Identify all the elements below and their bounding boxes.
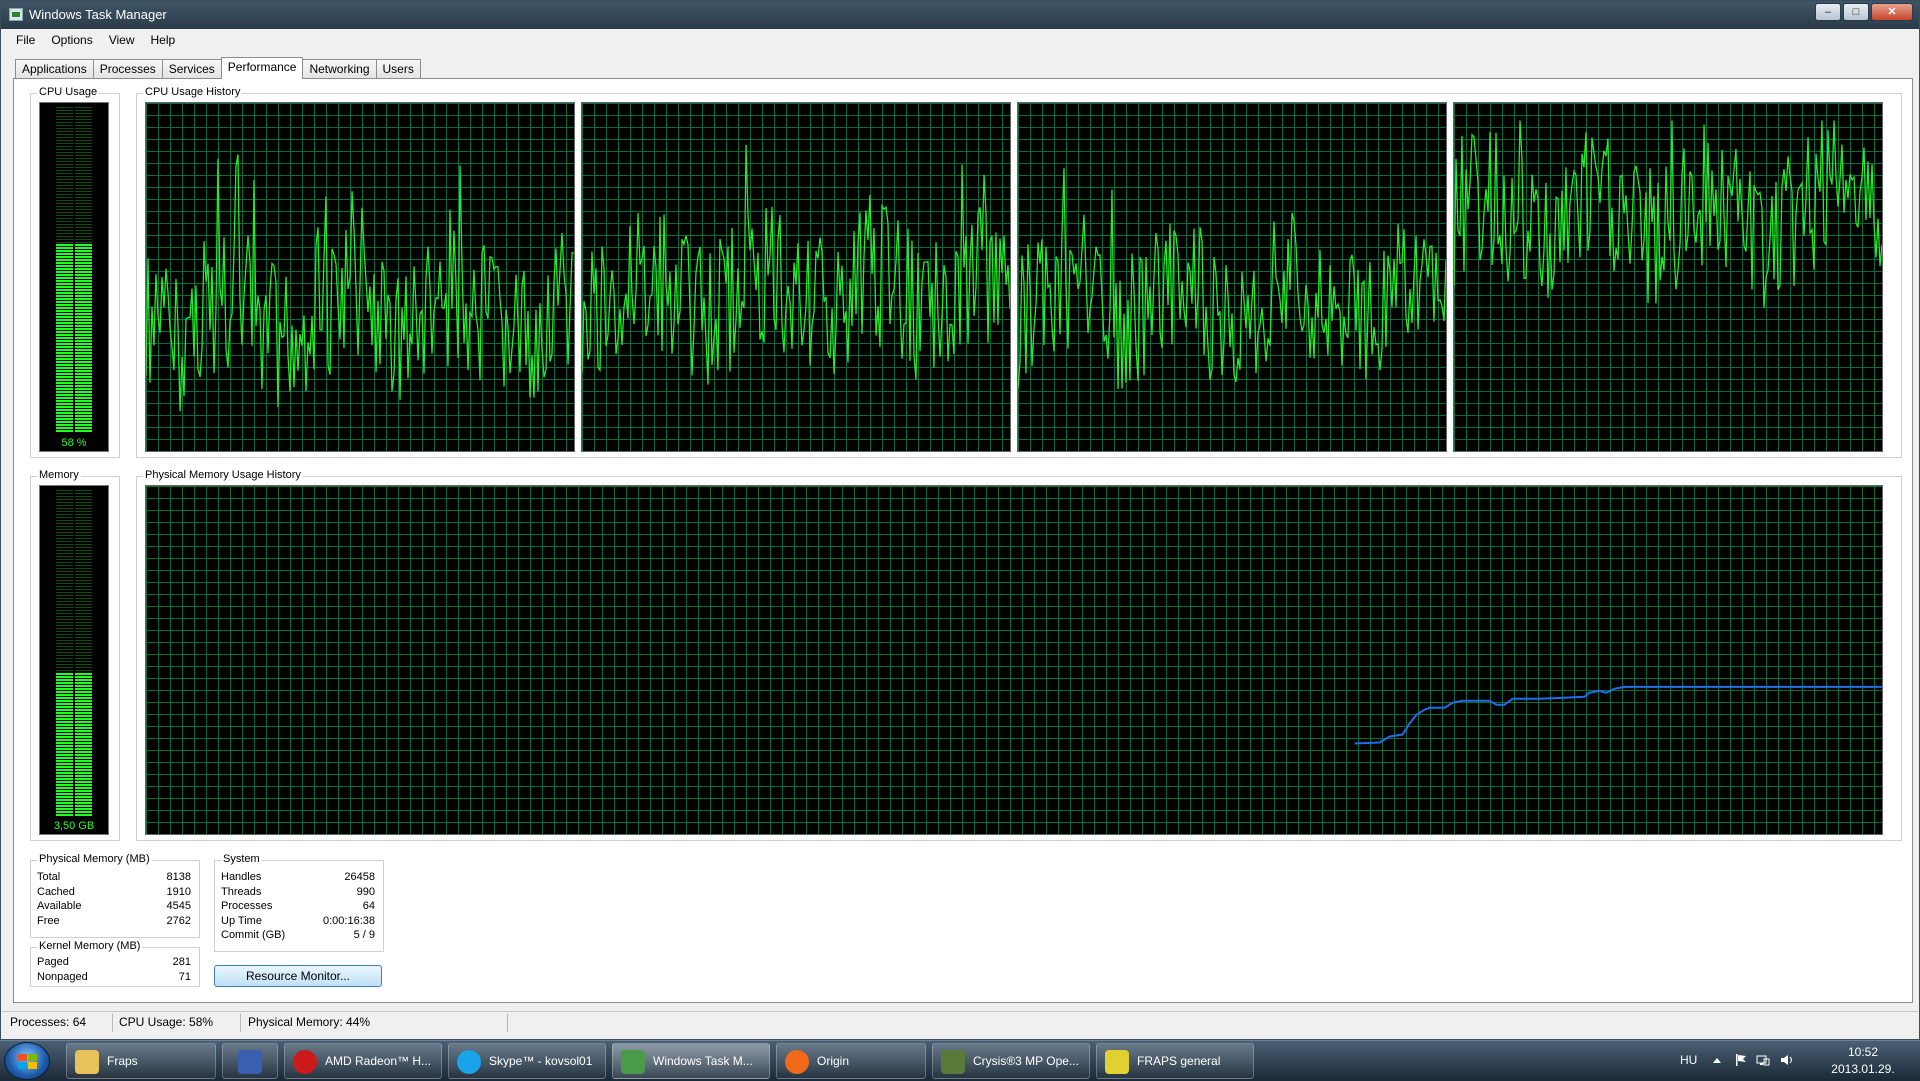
opera-icon — [293, 1050, 317, 1074]
cpu-core-3-graph — [1017, 102, 1447, 452]
cpu-usage-meter-fill — [56, 243, 92, 433]
taskbar-item-fraps-general[interactable]: FRAPS general — [1096, 1043, 1254, 1079]
task-manager-app-icon — [9, 8, 23, 21]
menu-options[interactable]: Options — [43, 33, 100, 47]
menu-help[interactable]: Help — [143, 33, 184, 47]
memory-usage-line — [1354, 685, 1882, 745]
resource-monitor-button[interactable]: Resource Monitor... — [214, 965, 382, 987]
show-hidden-icons-icon[interactable] — [1710, 1053, 1724, 1067]
taskbar-item-floppy[interactable] — [222, 1043, 278, 1079]
crysis-icon — [941, 1050, 965, 1074]
cpu-core-4-graph — [1453, 102, 1883, 452]
memory-history-graph — [145, 485, 1883, 835]
physical-memory-group: Physical Memory (MB) Total 8138 Cached 191… — [30, 853, 200, 938]
cpu-usage-meter: 58 % — [39, 102, 109, 452]
taskbar-item-origin[interactable]: Origin — [776, 1043, 926, 1079]
floppy-disk-icon — [238, 1050, 262, 1074]
clock-time: 10:52 — [1847, 1045, 1879, 1059]
menu-bar: File Options View Help — [2, 29, 1918, 51]
action-center-flag-icon[interactable] — [1734, 1053, 1748, 1067]
memory-meter-fill — [56, 672, 92, 816]
window-title: Windows Task Manager — [29, 7, 167, 22]
taskbar-item-fraps-folder[interactable]: Fraps — [66, 1043, 216, 1079]
tab-performance[interactable]: Performance — [220, 57, 304, 79]
windows-logo-icon — [18, 1054, 38, 1070]
system-label: System — [221, 853, 262, 865]
cpu-core-1-usage-line — [146, 154, 574, 412]
kernel-memory-label: Kernel Memory (MB) — [37, 940, 143, 952]
cpu-core-2-graph — [581, 102, 1011, 452]
folder-icon — [75, 1050, 99, 1074]
cpu-history-label: CPU Usage History — [143, 86, 243, 98]
tab-processes[interactable]: Processes — [92, 59, 163, 79]
title-bar[interactable]: Windows Task Manager – □ ✕ — [1, 1, 1919, 29]
system-tray: HU 10:52 2013.01.29. — [1680, 1041, 1920, 1081]
memory-meter: 3,50 GB — [39, 485, 109, 835]
task-manager-window: Windows Task Manager – □ ✕ File Options … — [0, 0, 1920, 1040]
memory-label: Memory — [37, 469, 81, 481]
system-group: System Handles 26458 Threads 990 Processes… — [214, 853, 384, 952]
memory-history-group: Physical Memory Usage History — [136, 469, 1902, 841]
memory-group: Memory 3,50 GB — [30, 469, 120, 841]
tab-strip: Applications Processes Services Performa… — [15, 57, 421, 79]
fraps-icon — [1105, 1050, 1129, 1074]
tab-services[interactable]: Services — [161, 59, 222, 79]
cpu-core-2-usage-line — [582, 144, 1010, 385]
language-indicator[interactable]: HU — [1680, 1053, 1697, 1067]
taskbar: Fraps AMD Radeon™ H... Skype™ - kovsol01… — [0, 1040, 1920, 1080]
origin-icon — [785, 1050, 809, 1074]
physical-memory-label: Physical Memory (MB) — [37, 853, 152, 865]
taskbar-item-task-manager[interactable]: Windows Task M... — [612, 1043, 770, 1079]
close-button[interactable]: ✕ — [1871, 3, 1913, 21]
skype-icon — [457, 1050, 481, 1074]
status-bar: Processes: 64 CPU Usage: 58% Physical Me… — [2, 1011, 1918, 1033]
menu-view[interactable]: View — [101, 33, 143, 47]
tab-networking[interactable]: Networking — [302, 59, 377, 79]
cpu-history-group: CPU Usage History — [136, 86, 1902, 458]
clock-date: 2013.01.29. — [1831, 1062, 1895, 1076]
taskbar-item-crysis[interactable]: Crysis®3 MP Ope... — [932, 1043, 1090, 1079]
performance-panel: CPU Usage 58 % CPU Usage History Memory — [13, 78, 1913, 1003]
status-processes: Processes: 64 — [10, 1015, 87, 1029]
taskbar-item-skype[interactable]: Skype™ - kovsol01 — [448, 1043, 606, 1079]
taskbar-item-amd-radeon[interactable]: AMD Radeon™ H... — [284, 1043, 442, 1079]
memory-value: 3,50 GB — [53, 820, 95, 832]
cpu-usage-label: CPU Usage — [37, 86, 100, 98]
kernel-memory-group: Kernel Memory (MB) Paged 281 Nonpaged 71 — [30, 940, 200, 987]
clock[interactable]: 10:52 2013.01.29. — [1808, 1045, 1918, 1076]
tab-applications[interactable]: Applications — [15, 59, 94, 79]
cpu-core-3-usage-line — [1018, 168, 1446, 390]
cpu-core-4-usage-line — [1454, 120, 1882, 308]
status-cpu-usage: CPU Usage: 58% — [119, 1015, 214, 1029]
cpu-core-1-graph — [145, 102, 575, 452]
status-physical-memory: Physical Memory: 44% — [248, 1015, 371, 1029]
tab-users[interactable]: Users — [375, 59, 421, 79]
menu-file[interactable]: File — [8, 33, 43, 47]
maximize-button[interactable]: □ — [1843, 3, 1869, 21]
memory-history-label: Physical Memory Usage History — [143, 469, 303, 481]
volume-icon[interactable] — [1780, 1053, 1794, 1067]
cpu-usage-value: 58 % — [61, 437, 87, 449]
network-icon[interactable] — [1756, 1053, 1770, 1067]
cpu-usage-group: CPU Usage 58 % — [30, 86, 120, 458]
minimize-button[interactable]: – — [1815, 3, 1841, 21]
task-manager-icon — [621, 1050, 645, 1074]
start-button[interactable] — [4, 1042, 50, 1080]
